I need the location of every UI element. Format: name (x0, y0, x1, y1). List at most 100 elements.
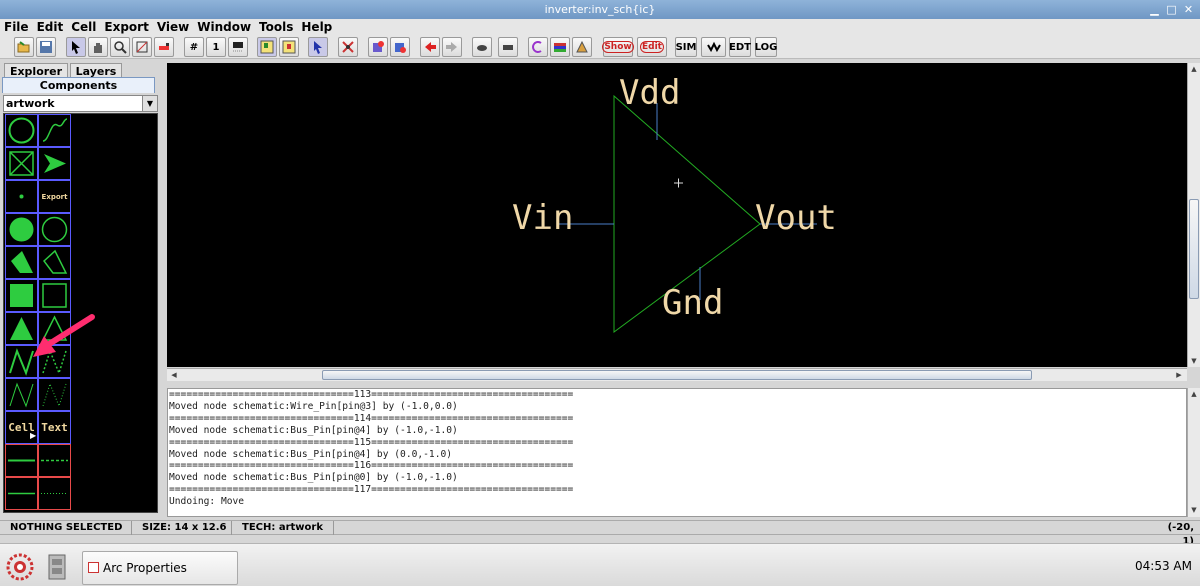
cell-up-button[interactable] (368, 37, 388, 57)
tab-components[interactable]: Components (2, 77, 155, 93)
file-cabinet-icon[interactable] (48, 554, 66, 580)
schematic-canvas[interactable]: Vdd Vin Vout Gnd (167, 63, 1187, 367)
canvas-vertical-scrollbar[interactable]: ▲ ▼ (1187, 63, 1200, 367)
pin-dot-icon (19, 194, 24, 199)
palette-open-triangle[interactable] (38, 312, 71, 345)
grid-toggle-button[interactable]: # (184, 37, 204, 57)
measure-tool-button[interactable] (154, 37, 174, 57)
redo-button[interactable] (498, 37, 518, 57)
palette-cell[interactable]: Cell ▶ (5, 411, 38, 444)
palette-circle[interactable] (5, 114, 38, 147)
grid-unit-button[interactable]: 1 (206, 37, 226, 57)
gnd-label[interactable]: Gnd (662, 283, 723, 323)
log-vertical-scrollbar[interactable]: ▲ ▼ (1187, 388, 1200, 517)
palette-arrow[interactable] (38, 147, 71, 180)
open-library-button[interactable] (14, 37, 34, 57)
close-icon[interactable]: ✕ (1182, 3, 1195, 16)
select-tool-button[interactable] (66, 37, 86, 57)
crosshair-icon (674, 178, 683, 188)
palette-polyline[interactable] (5, 378, 38, 411)
palette-filled-circle[interactable] (5, 213, 38, 246)
maximize-icon[interactable]: □ (1165, 3, 1178, 16)
palette-solid-arc[interactable] (5, 444, 38, 477)
full-select-button[interactable] (257, 37, 277, 57)
pan-tool-button[interactable] (88, 37, 108, 57)
scroll-right-icon[interactable]: ▶ (1173, 369, 1185, 381)
back-button[interactable] (420, 37, 440, 57)
menu-tools[interactable]: Tools (259, 19, 293, 35)
app-window-icon (88, 562, 99, 573)
export-label: Export (41, 192, 68, 201)
palette-thick-polyline[interactable] (5, 345, 38, 378)
palette-spline[interactable] (38, 114, 71, 147)
polyline-icon (9, 382, 34, 408)
vdd-label[interactable]: Vdd (619, 73, 680, 113)
click-select-button[interactable] (308, 37, 328, 57)
start-menu-icon[interactable] (6, 553, 34, 581)
menu-file[interactable]: File (4, 19, 29, 35)
layers-button[interactable] (550, 37, 570, 57)
palette-dotted-arc[interactable] (38, 477, 71, 510)
dashed-polyline-icon (42, 348, 67, 376)
undo-button[interactable] (472, 37, 492, 57)
inverter-schematic: Vdd Vin Vout Gnd (512, 73, 837, 333)
menu-window[interactable]: Window (197, 19, 251, 35)
palette-filled-box[interactable] (5, 279, 38, 312)
canvas-vscroll-thumb[interactable] (1189, 199, 1199, 299)
palette-thick-arc[interactable] (5, 477, 38, 510)
show-button[interactable]: Show (602, 37, 634, 57)
special-select-button[interactable] (338, 37, 358, 57)
cell-down-button[interactable] (390, 37, 410, 57)
area-select-button[interactable] (279, 37, 299, 57)
edit-button[interactable]: Edit (637, 37, 667, 57)
wave-icon (706, 41, 721, 53)
palette-open-polygon[interactable] (38, 246, 71, 279)
save-disk-icon (40, 41, 52, 53)
log-line: ================================113=====… (169, 389, 574, 400)
log-line: Moved node schematic:Bus_Pin[pin@4] by (… (169, 448, 453, 460)
menu-view[interactable]: View (157, 19, 189, 35)
vout-label[interactable]: Vout (755, 198, 837, 238)
palette-filled-polygon[interactable] (5, 246, 38, 279)
scroll-down-icon[interactable]: ▼ (1188, 355, 1200, 367)
taskbar-item-arc-properties[interactable]: Arc Properties (82, 551, 238, 585)
forward-button[interactable] (442, 37, 462, 57)
palette-dashed-polyline[interactable] (38, 345, 71, 378)
sim-button[interactable]: SIM (675, 37, 697, 57)
palette-crossed-box[interactable] (5, 147, 38, 180)
log-button[interactable]: LOG (755, 37, 777, 57)
menu-edit[interactable]: Edit (37, 19, 64, 35)
palette-open-circle[interactable] (38, 213, 71, 246)
canvas-hscroll-thumb[interactable] (322, 370, 1032, 380)
scroll-up-icon[interactable]: ▲ (1188, 63, 1200, 75)
save-button[interactable] (36, 37, 56, 57)
edt-button[interactable]: EDT (729, 37, 751, 57)
palette-open-box[interactable] (38, 279, 71, 312)
menu-help[interactable]: Help (301, 19, 332, 35)
message-log[interactable]: ================================113=====… (167, 388, 1187, 517)
palette-export[interactable]: Export (38, 180, 71, 213)
drc-button[interactable] (572, 37, 592, 57)
palette-pin[interactable] (5, 180, 38, 213)
scroll-left-icon[interactable]: ◀ (168, 369, 180, 381)
vin-label[interactable]: Vin (512, 198, 573, 238)
palette-filled-triangle[interactable] (5, 312, 38, 345)
palette-dotted-polyline[interactable] (38, 378, 71, 411)
palette-text[interactable]: Text (38, 411, 71, 444)
waveform-button[interactable] (701, 37, 726, 57)
filled-triangle-icon (10, 317, 33, 340)
zoom-tool-button[interactable] (110, 37, 130, 57)
scroll-up-icon[interactable]: ▲ (1188, 388, 1200, 400)
palette-dashed-arc[interactable] (38, 444, 71, 477)
minimize-icon[interactable]: ▁ (1148, 3, 1161, 16)
scroll-down-icon[interactable]: ▼ (1188, 504, 1200, 516)
log-line: Moved node schematic:Bus_Pin[pin@4] by (… (169, 424, 458, 436)
library-select[interactable]: artwork ▼ (3, 95, 158, 112)
menu-export[interactable]: Export (104, 19, 148, 35)
outline-edit-button[interactable] (132, 37, 152, 57)
grid-spacing-button[interactable] (228, 37, 248, 57)
rotate-button[interactable] (528, 37, 548, 57)
chevron-down-icon[interactable]: ▼ (142, 96, 157, 111)
menu-cell[interactable]: Cell (71, 19, 96, 35)
canvas-horizontal-scrollbar[interactable]: ◀ ▶ (167, 368, 1187, 381)
